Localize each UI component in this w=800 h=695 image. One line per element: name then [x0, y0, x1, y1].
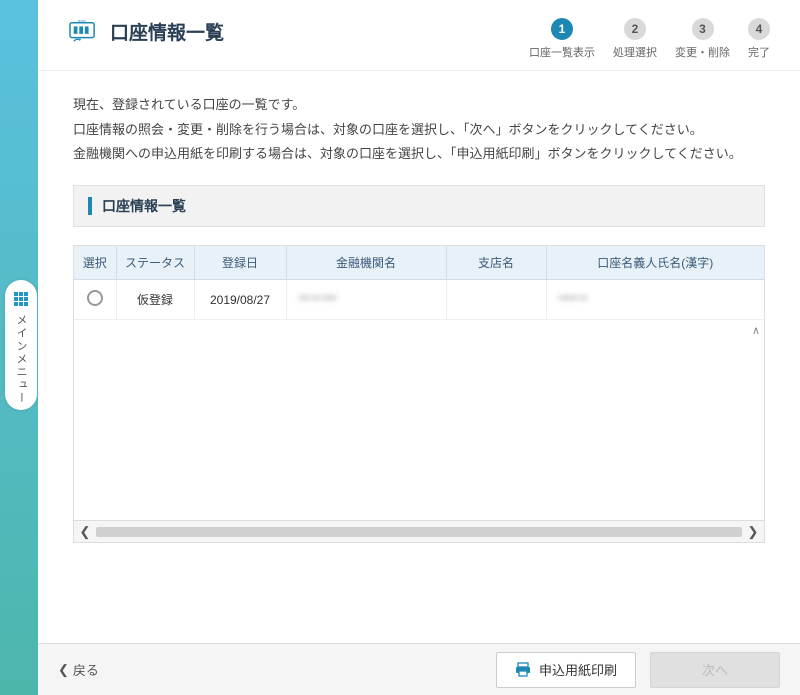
print-form-button[interactable]: 申込用紙印刷 [496, 652, 636, 688]
step-4-number: 4 [748, 18, 770, 40]
step-3-label: 変更・削除 [675, 44, 730, 60]
scroll-track[interactable] [96, 527, 742, 537]
table-header-row: 選択 ステータス 登録日 金融機関名 支店名 口座名義人氏名(漢字) [74, 246, 764, 280]
section-header: 口座情報一覧 [73, 185, 765, 227]
next-button-label: 次へ [702, 660, 728, 679]
col-header-status: ステータス [116, 246, 194, 280]
step-2: 2 処理選択 [613, 18, 657, 60]
step-3-number: 3 [692, 18, 714, 40]
row-status: 仮登録 [116, 280, 194, 320]
page-title: 口座情報一覧 [110, 18, 224, 45]
table-empty-area: ∧ [74, 320, 764, 520]
desc-line-3: 金融機関への申込用紙を印刷する場合は、対象の口座を選択し、「申込用紙印刷」ボタン… [73, 142, 765, 167]
description-text: 現在、登録されている口座の一覧です。 口座情報の照会・変更・削除を行う場合は、対… [38, 71, 800, 185]
desc-line-2: 口座情報の照会・変更・削除を行う場合は、対象の口座を選択し、「次へ」ボタンをクリ… [73, 118, 765, 143]
side-main-menu[interactable]: メインメニュー [5, 280, 37, 410]
col-header-select: 選択 [74, 246, 116, 280]
row-holder: ***** ** [546, 280, 764, 320]
chevron-left-icon: ❮ [58, 662, 69, 678]
radio-icon[interactable] [87, 290, 103, 306]
side-menu-label: メインメニュー [13, 314, 29, 405]
back-button[interactable]: ❮ 戻る [58, 660, 99, 679]
back-label: 戻る [73, 660, 99, 679]
grid-icon [14, 292, 28, 306]
step-4-label: 完了 [748, 44, 770, 60]
account-table: 選択 ステータス 登録日 金融機関名 支店名 口座名義人氏名(漢字) 仮登録 2… [73, 245, 765, 521]
step-2-number: 2 [624, 18, 646, 40]
header-left: BANK 口座情報一覧 [68, 18, 224, 45]
main-content: BANK 口座情報一覧 1 口座一覧表示 2 処理選択 3 変更・削除 4 [38, 0, 800, 695]
progress-steps: 1 口座一覧表示 2 処理選択 3 変更・削除 4 完了 [529, 18, 770, 60]
section-accent-mark [88, 197, 92, 215]
bank-icon: BANK [68, 19, 98, 45]
row-select-cell[interactable] [74, 280, 116, 320]
desc-line-1: 現在、登録されている口座の一覧です。 [73, 93, 765, 118]
step-3: 3 変更・削除 [675, 18, 730, 60]
row-branch [446, 280, 546, 320]
row-bank: *** ** **** [286, 280, 446, 320]
section-title: 口座情報一覧 [102, 196, 186, 216]
next-button[interactable]: 次へ [650, 652, 780, 688]
page-header: BANK 口座情報一覧 1 口座一覧表示 2 処理選択 3 変更・削除 4 [38, 0, 800, 71]
col-header-holder: 口座名義人氏名(漢字) [546, 246, 764, 280]
step-2-label: 処理選択 [613, 44, 657, 60]
row-date: 2019/08/27 [194, 280, 286, 320]
step-1: 1 口座一覧表示 [529, 18, 595, 60]
step-1-label: 口座一覧表示 [529, 44, 595, 60]
scroll-left-icon[interactable]: ❮ [74, 524, 96, 540]
scroll-up-icon[interactable]: ∧ [752, 324, 760, 337]
footer-bar: ❮ 戻る 申込用紙印刷 次へ [38, 643, 800, 695]
step-4: 4 完了 [748, 18, 770, 60]
horizontal-scrollbar[interactable]: ❮ ❯ [73, 521, 765, 543]
col-header-date: 登録日 [194, 246, 286, 280]
col-header-branch: 支店名 [446, 246, 546, 280]
scroll-right-icon[interactable]: ❯ [742, 524, 764, 540]
table-row[interactable]: 仮登録 2019/08/27 *** ** **** ***** ** [74, 280, 764, 320]
step-1-number: 1 [551, 18, 573, 40]
col-header-bank: 金融機関名 [286, 246, 446, 280]
printer-icon [515, 662, 531, 678]
svg-text:BANK: BANK [78, 19, 86, 23]
print-button-label: 申込用紙印刷 [539, 660, 617, 679]
